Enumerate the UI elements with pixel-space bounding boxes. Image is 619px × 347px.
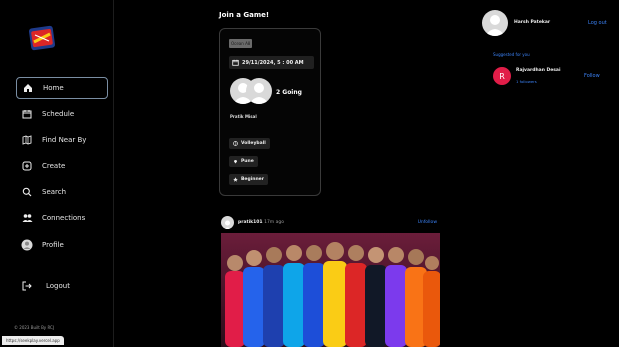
plus-square-icon	[20, 159, 34, 173]
home-icon	[21, 81, 35, 95]
avatar[interactable]	[221, 216, 234, 229]
status-url: https://seekplay.vercel.app	[2, 336, 64, 345]
sidebar-item-label: Connections	[42, 214, 86, 222]
game-datetime: 29/11/2024, 5 : 00 AM	[229, 56, 314, 69]
sidebar-item-schedule[interactable]: Schedule	[16, 103, 108, 125]
level-chip: Beginner	[229, 174, 268, 185]
calendar-icon	[20, 107, 34, 121]
sport-text: Volleyball	[241, 141, 266, 146]
venue-tag: Ocean A8	[229, 39, 253, 48]
organizer-name: Pratik Misal	[230, 114, 257, 119]
location-chip: Pune	[229, 156, 258, 167]
logout-label: Logout	[46, 282, 70, 290]
going-count: 2 Going	[276, 89, 302, 96]
sidebar-item-search[interactable]: Search	[16, 181, 108, 203]
star-icon	[233, 177, 238, 182]
location-text: Pune	[241, 159, 254, 164]
app-logo[interactable]	[26, 22, 58, 54]
sidebar-item-connections[interactable]: Connections	[16, 207, 108, 229]
datetime-text: 29/11/2024, 5 : 00 AM	[242, 59, 304, 66]
sidebar-item-label: Find Near By	[42, 136, 87, 144]
sidebar: Home Schedule Find Near By Create Search…	[0, 0, 114, 347]
sidebar-item-label: Create	[42, 162, 66, 170]
logout-icon	[20, 279, 34, 293]
sport-chip: Volleyball	[229, 138, 270, 149]
volleyball-icon	[233, 141, 238, 146]
follow-button[interactable]: Follow	[584, 73, 600, 79]
sidebar-item-find-near-by[interactable]: Find Near By	[16, 129, 108, 151]
post-timestamp: • 17m ago	[260, 220, 284, 225]
profile-name[interactable]: Harsh Patekar	[514, 20, 550, 25]
calendar-icon	[232, 59, 239, 66]
page-title: Join a Game!	[219, 11, 270, 19]
game-card[interactable]: Ocean A8 29/11/2024, 5 : 00 AM 2 Going P…	[219, 28, 321, 196]
avatar	[246, 78, 272, 104]
sidebar-item-home[interactable]: Home	[16, 77, 108, 99]
post-header: pratik101 • 17m ago Unfollow	[221, 216, 439, 230]
logout-button[interactable]: Logout	[16, 275, 108, 297]
search-icon	[20, 185, 34, 199]
user-circle-icon	[20, 238, 34, 252]
post-username[interactable]: pratik101	[238, 220, 263, 225]
unfollow-button[interactable]: Unfollow	[418, 220, 437, 225]
avatar[interactable]: R	[493, 67, 511, 85]
profile-avatar[interactable]	[482, 10, 508, 36]
level-text: Beginner	[241, 177, 264, 182]
copyright-text: © 2023 Built By RCJ	[14, 325, 54, 330]
participant-avatars[interactable]	[230, 78, 278, 104]
suggestion-followers: 1 followers	[516, 79, 537, 84]
sidebar-item-label: Search	[42, 188, 67, 196]
sidebar-item-label: Profile	[42, 241, 64, 249]
map-icon	[20, 133, 34, 147]
logout-link[interactable]: Log out	[588, 20, 607, 26]
suggestion-name[interactable]: Rajvardhan Desai	[516, 68, 561, 73]
location-pin-icon	[233, 159, 238, 164]
sidebar-item-label: Home	[43, 84, 64, 92]
post-image[interactable]	[221, 233, 440, 347]
sidebar-item-profile[interactable]: Profile	[16, 234, 108, 256]
suggested-title: Suggested for you	[493, 52, 530, 57]
sidebar-item-create[interactable]: Create	[16, 155, 108, 177]
users-icon	[20, 211, 34, 225]
sidebar-item-label: Schedule	[42, 110, 75, 118]
